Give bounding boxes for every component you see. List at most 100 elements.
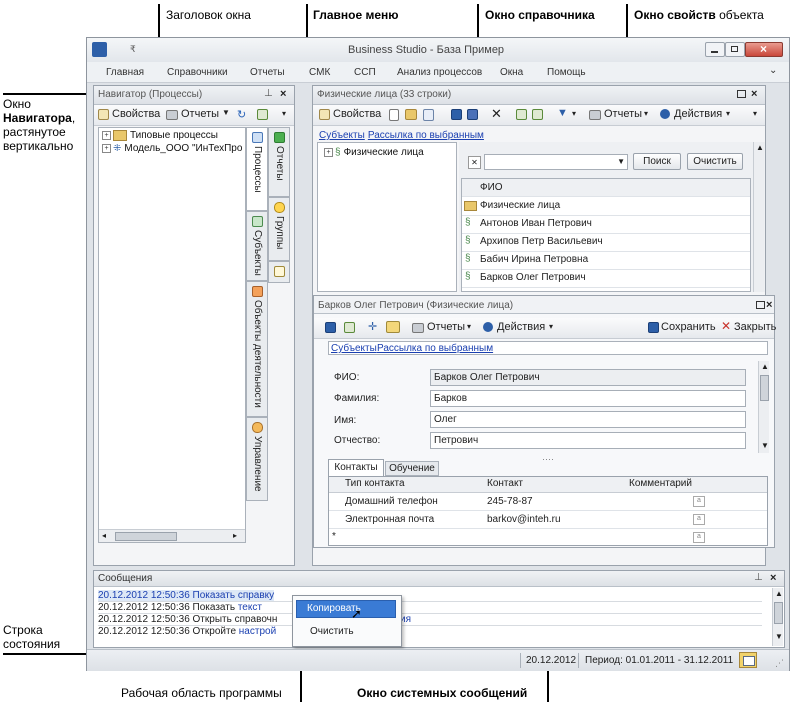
firstname-field[interactable]: Олег: [430, 411, 746, 428]
messages-close-icon[interactable]: ×: [770, 572, 776, 584]
refresh-icon[interactable]: [344, 322, 355, 333]
column-header-fio[interactable]: ФИО: [480, 182, 503, 193]
navigator-properties-button[interactable]: Свойства: [112, 108, 160, 120]
scrollbar-thumb[interactable]: [774, 602, 783, 624]
directory-properties-button[interactable]: Свойства: [333, 108, 381, 120]
app-logo-icon[interactable]: [92, 42, 107, 57]
navigator-export-icon[interactable]: [257, 109, 268, 120]
tab-processes[interactable]: Процессы: [246, 127, 268, 211]
link-subjects[interactable]: Субъекты: [331, 343, 377, 354]
search-dropdown-icon[interactable]: ▼: [617, 157, 625, 166]
grid-row[interactable]: § Архипов Петр Васильевич: [462, 233, 750, 252]
scroll-up-arrow-icon[interactable]: ▲: [775, 589, 783, 598]
quick-access-dropdown-icon[interactable]: ₹: [130, 44, 136, 55]
scroll-down-arrow-icon[interactable]: ▼: [775, 632, 783, 641]
clear-button[interactable]: Очистить: [687, 153, 743, 170]
tree-node-model[interactable]: + ⁜ Модель_ООО "ИнТехПро: [102, 143, 242, 154]
properties-actions-button[interactable]: Действия: [497, 321, 545, 333]
tab-training[interactable]: Обучение: [385, 461, 439, 476]
move-icon[interactable]: ✛: [368, 320, 377, 333]
menu-directories[interactable]: Справочники: [167, 67, 228, 78]
menu-qms[interactable]: СМК: [309, 67, 330, 78]
link-mail-selected[interactable]: Рассылка по выбранным: [368, 130, 484, 141]
scroll-up-arrow-icon[interactable]: ▲: [756, 143, 764, 152]
properties-close-icon[interactable]: ×: [766, 299, 772, 311]
save-all-icon[interactable]: [467, 109, 478, 120]
context-menu-clear[interactable]: Очистить: [296, 624, 396, 642]
menu-bsc[interactable]: ССП: [354, 67, 376, 78]
navigator-horizontal-scrollbar[interactable]: ◂ ▸: [99, 529, 245, 542]
scroll-left-arrow-icon[interactable]: ◂: [102, 531, 106, 540]
tab-reports[interactable]: Отчеты: [268, 127, 290, 197]
save-icon[interactable]: [325, 322, 336, 333]
message-link-text[interactable]: текст: [238, 602, 262, 613]
directory-close-icon[interactable]: ×: [751, 88, 757, 100]
save-icon[interactable]: [451, 109, 462, 120]
patronymic-field[interactable]: Петрович: [430, 432, 746, 449]
column-header-contact[interactable]: Контакт: [487, 478, 523, 489]
menu-windows[interactable]: Окна: [500, 67, 523, 78]
status-period[interactable]: Период: 01.01.2011 - 31.12.2011: [585, 655, 733, 666]
scroll-right-arrow-icon[interactable]: ▸: [233, 531, 237, 540]
new-folder-icon[interactable]: [405, 109, 417, 120]
properties-reports-button[interactable]: Отчеты: [427, 321, 465, 333]
link-subjects[interactable]: Субъекты: [319, 130, 365, 141]
tab-groups[interactable]: Группы: [268, 197, 290, 261]
menu-home[interactable]: Главная: [106, 67, 144, 78]
expand-icon[interactable]: +: [102, 143, 111, 153]
directory-reports-button[interactable]: Отчеты: [604, 108, 642, 120]
table-row[interactable]: Домашний телефон 245-78-87 a: [329, 493, 767, 511]
pin-icon[interactable]: ⊥: [264, 88, 273, 99]
search-input[interactable]: ▼: [484, 154, 628, 170]
grid-row[interactable]: § Барков Олег Петрович: [462, 269, 750, 288]
context-menu-copy[interactable]: Копировать: [296, 600, 396, 618]
link-icon[interactable]: [386, 321, 400, 333]
expand-icon[interactable]: +: [102, 131, 111, 140]
scroll-up-arrow-icon[interactable]: ▲: [761, 362, 769, 371]
scroll-down-arrow-icon[interactable]: ▼: [761, 441, 769, 450]
menu-process-analysis[interactable]: Анализ процессов: [397, 67, 482, 78]
new-row[interactable]: * a: [329, 529, 767, 546]
tab-activity-objects[interactable]: Объекты деятельности: [246, 281, 268, 417]
expand-icon[interactable]: +: [324, 147, 333, 157]
column-header-contact-type[interactable]: Тип контакта: [345, 478, 405, 489]
close-window-button[interactable]: ×: [745, 42, 783, 57]
tree-node-individuals[interactable]: + § Физические лица: [324, 147, 424, 158]
directory-vertical-scrollbar[interactable]: ▲: [753, 142, 764, 292]
tab-extra[interactable]: [268, 261, 290, 283]
navigator-reports-dropdown-icon[interactable]: ▼: [222, 108, 230, 117]
delete-icon[interactable]: ✕: [491, 106, 502, 122]
toolbar-overflow-icon[interactable]: ▾: [753, 109, 757, 118]
navigator-refresh-icon[interactable]: ↻: [237, 108, 246, 121]
export-icon[interactable]: [532, 109, 543, 120]
filter-dropdown-icon[interactable]: ▾: [572, 109, 576, 118]
close-button[interactable]: Закрыть: [734, 321, 776, 333]
ribbon-collapse-chevron-icon[interactable]: ⌄: [769, 65, 777, 76]
clear-filter-icon[interactable]: ✕: [468, 156, 481, 169]
form-vertical-scrollbar[interactable]: ▲ ▼: [758, 361, 769, 453]
message-link-help[interactable]: справку: [238, 590, 274, 601]
comment-editor-icon[interactable]: a: [693, 496, 705, 507]
tab-management[interactable]: Управление: [246, 417, 268, 501]
restore-icon[interactable]: [737, 90, 746, 98]
tab-subjects[interactable]: Субъекты: [246, 211, 268, 281]
search-button[interactable]: Поиск: [633, 153, 681, 170]
menu-help[interactable]: Помощь: [547, 67, 586, 78]
grid-row[interactable]: Физические лица: [462, 197, 750, 216]
restore-icon[interactable]: [756, 301, 765, 309]
actions-dropdown-icon[interactable]: ▾: [726, 109, 730, 118]
actions-dropdown-icon[interactable]: ▾: [549, 322, 553, 331]
resize-grip-icon[interactable]: ⋰: [775, 658, 784, 669]
copy-icon[interactable]: [423, 109, 434, 121]
refresh-icon[interactable]: [516, 109, 527, 120]
pin-icon[interactable]: ⊥: [754, 572, 763, 583]
navigator-toolbar-overflow-icon[interactable]: ▾: [282, 109, 286, 118]
table-row[interactable]: Электронная почта barkov@inteh.ru a: [329, 511, 767, 529]
filter-icon[interactable]: ▼: [557, 107, 568, 119]
link-mail-selected[interactable]: Рассылка по выбранным: [377, 343, 493, 354]
comment-editor-icon[interactable]: a: [693, 514, 705, 525]
reports-dropdown-icon[interactable]: ▾: [467, 322, 471, 331]
new-item-icon[interactable]: [389, 109, 399, 121]
fio-field[interactable]: Барков Олег Петрович: [430, 369, 746, 386]
lastname-field[interactable]: Барков: [430, 390, 746, 407]
